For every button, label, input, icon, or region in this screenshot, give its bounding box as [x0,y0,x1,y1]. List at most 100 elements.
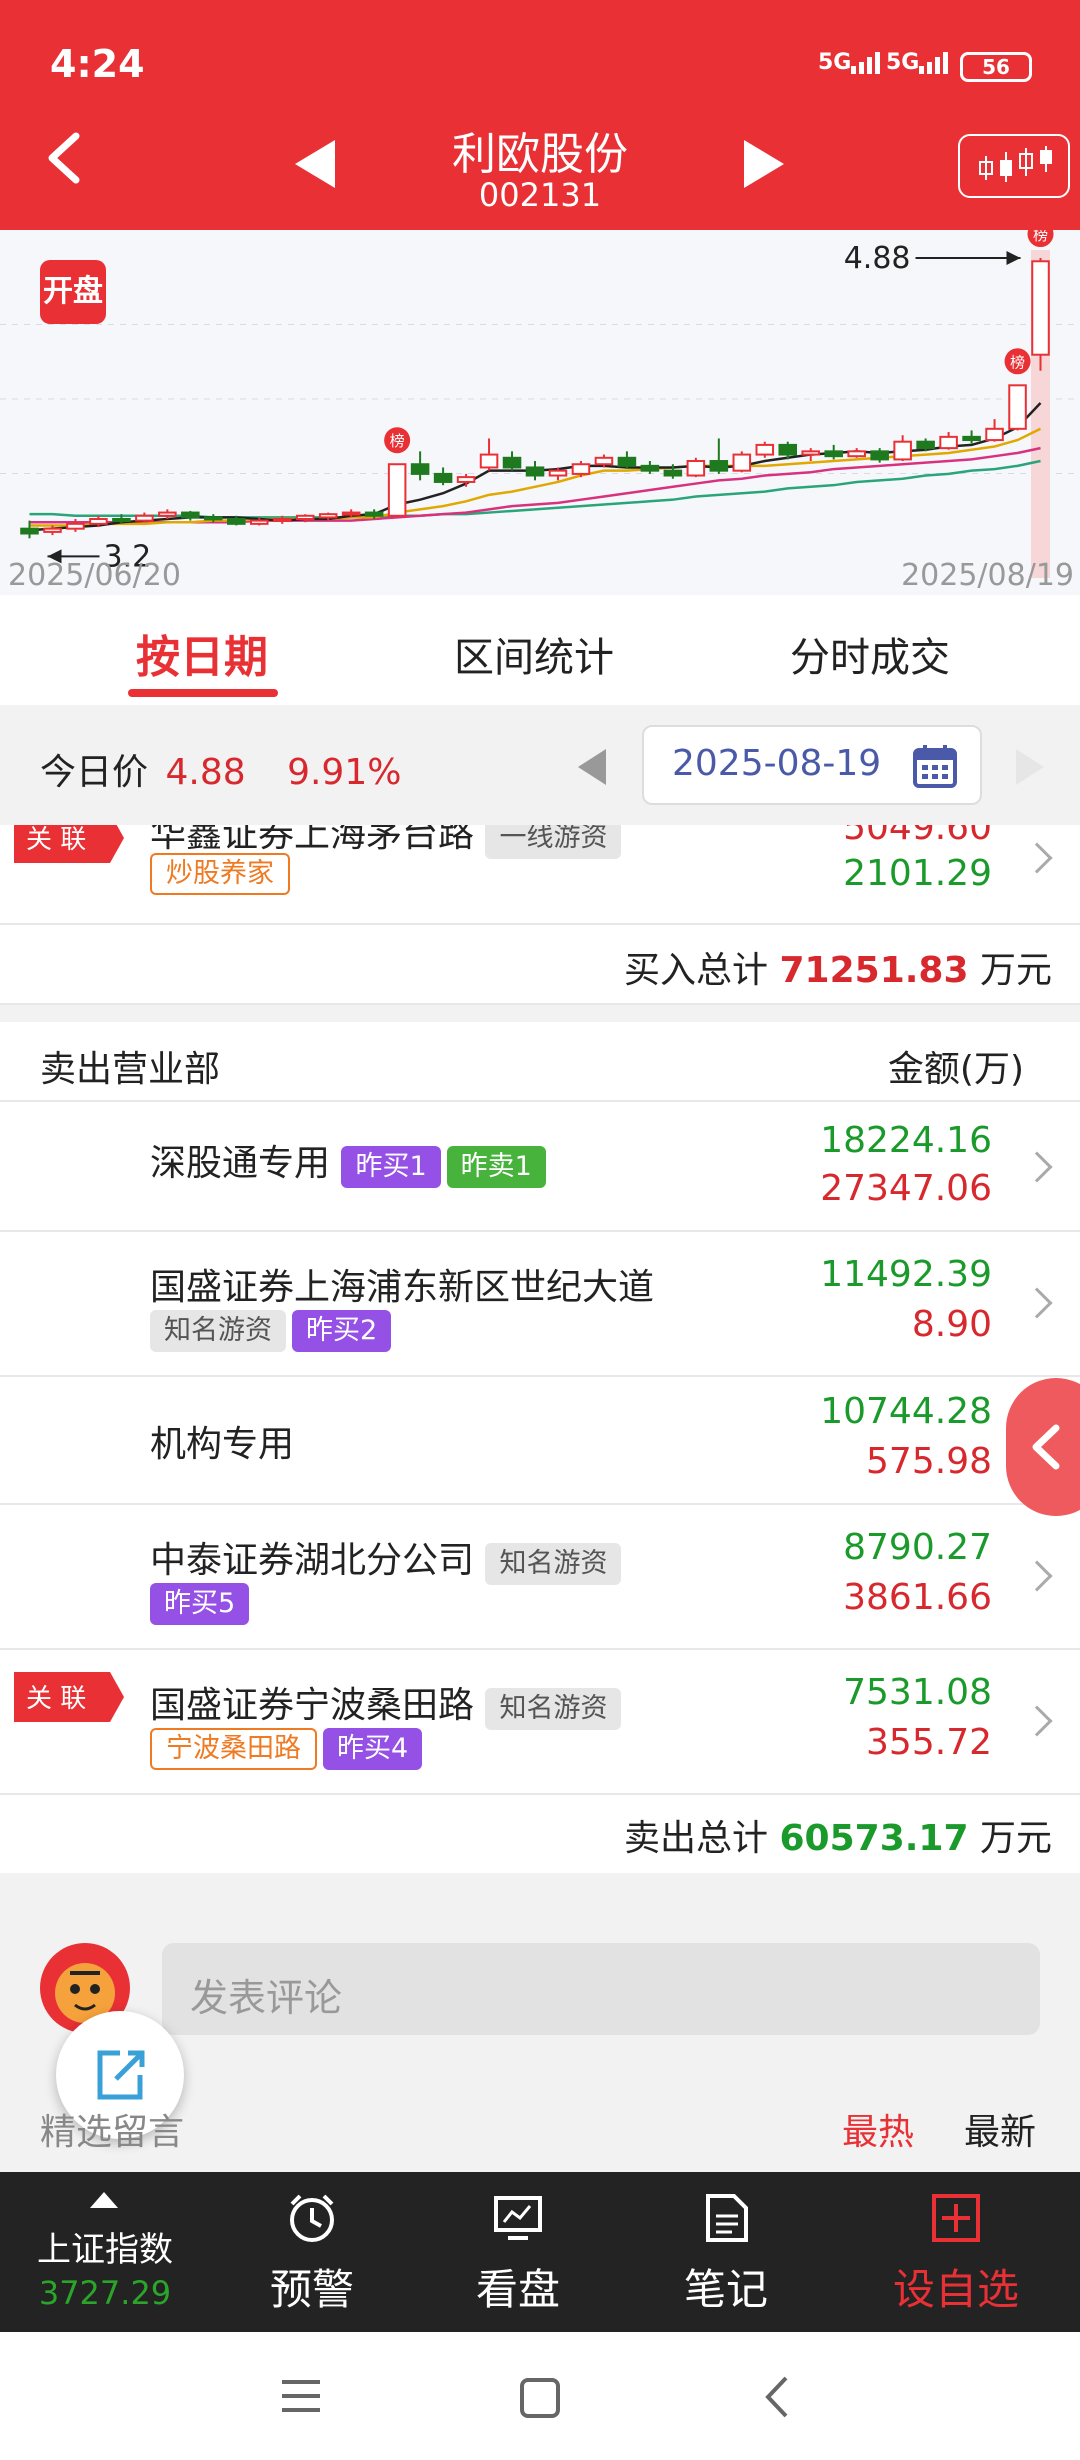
chevron-right-icon [1021,1705,1053,1737]
comment-input[interactable]: 发表评论 [162,1943,1040,2035]
back-arrow-icon[interactable] [38,130,94,186]
status-time: 4:24 [50,42,145,86]
sell-amount: 3861.66 [843,1577,992,1618]
kline-chart[interactable]: 榜榜榜 4.88 3.2 2025/06/20 2025/08/19 开盘 [0,230,1080,595]
sell-row[interactable]: 机构专用 10744.28 575.98 [0,1377,1080,1505]
nav-add-fav[interactable]: 设自选 [866,2256,1046,2317]
candle-body [1008,384,1027,430]
tag-zhiming: 知名游资 [485,1543,622,1585]
tag-zuomai: 昨买5 [150,1583,250,1625]
buy-row-partial[interactable]: 关 联 华鑫证券上海茅台路 一线游资 炒股养家 5049.60 2101.29 [0,825,1080,925]
notes-document-icon [706,2194,748,2242]
signal-label: 5G [818,50,852,75]
tab-by-date[interactable]: 按日期 [52,621,352,685]
date-picker[interactable]: 2025-08-19 [642,725,982,805]
today-change: 9.91% [287,752,402,793]
monitor-chart-icon [494,2196,542,2240]
broker-name-text: 华鑫证券上海茅台路 [150,825,475,855]
add-favorite-icon [932,2194,980,2242]
candle-body [939,435,958,450]
buy-total: 买入总计 71251.83 万元 [624,941,1052,993]
chevron-right-icon [1021,1151,1053,1183]
sell-amount: 355.72 [866,1722,992,1763]
tab-range-stats[interactable]: 区间统计 [384,625,684,683]
candle-body [227,518,246,525]
chevron-right-icon [1021,1560,1053,1592]
candle-body [135,514,154,522]
tag-chaogu: 炒股养家 [150,853,290,895]
menu-icon[interactable] [280,2378,322,2414]
tab-intraday-trades[interactable]: 分时成交 [720,625,1020,683]
side-collapse-button[interactable] [1006,1378,1080,1516]
candle-body [732,453,752,472]
candle-body [709,460,729,472]
sell-row[interactable]: 关 联 国盛证券宁波桑田路 知名游资 宁波桑田路 昨买4 7531.08 355.… [0,1650,1080,1795]
broker-name: 国盛证券宁波桑田路 知名游资 [150,1676,627,1730]
next-stock-icon[interactable] [744,140,784,188]
candle-body [962,435,981,442]
index-widget[interactable]: 上证指数 3727.29 [0,2172,210,2332]
candlestick-icon [979,146,1052,182]
guanlian-label: 关 联 [26,1684,87,1714]
candle-body [295,514,315,521]
kline-button[interactable] [958,134,1070,198]
candle-body [479,453,499,469]
next-date-icon[interactable] [1016,749,1044,785]
candle-body [594,456,614,466]
tag-zuomai: 昨买2 [292,1310,392,1352]
sort-hot[interactable]: 最热 [842,2103,914,2155]
sell-row[interactable]: 深股通专用 昨买1 昨卖1 18224.16 27347.06 [0,1102,1080,1232]
candle-body [548,469,568,477]
edit-share-icon [97,2050,145,2100]
tag-zhiming: 知名游资 [485,1688,622,1730]
battery-icon: 56 [960,52,1032,82]
sell-total-row: 卖出总计 60573.17 万元 [0,1795,1080,1873]
sort-new[interactable]: 最新 [964,2103,1036,2155]
candle-body [364,511,384,517]
broker-tags: 知名游资 昨买2 [150,1310,397,1352]
sell-row[interactable]: 国盛证券上海浦东新区世纪大道 知名游资 昨买2 11492.39 8.90 [0,1232,1080,1377]
home-icon[interactable] [518,2376,562,2420]
candle-body [410,463,430,475]
candle-body [89,518,108,525]
candle-body [502,456,522,469]
candle-body [755,443,775,456]
x-start-label: 2025/06/20 [8,558,181,593]
bang-badge-label: 榜 [1033,230,1048,244]
today-price-row: 今日价 4.88 9.91% [40,743,401,795]
sell-total: 卖出总计 60573.17 万元 [624,1809,1052,1861]
sell-total-value: 60573.17 [779,1818,969,1859]
candle-body [847,450,866,458]
prev-stock-icon[interactable] [295,140,335,188]
nav-alert[interactable]: 预警 [222,2256,402,2317]
chevron-right-icon [1021,842,1053,874]
today-price: 4.88 [165,752,246,793]
candle-body [20,527,39,535]
candle-body [824,450,843,458]
nav-watch[interactable]: 看盘 [428,2256,608,2317]
candle-body [341,511,361,516]
sell-header-row: 卖出营业部 金额(万) [0,1022,1080,1102]
date-value: 2025-08-19 [672,743,882,784]
sell-row[interactable]: 中泰证券湖北分公司 知名游资 昨买5 8790.27 3861.66 [0,1505,1080,1650]
stock-code: 002131 [478,176,602,214]
candle-body [870,450,889,461]
signal-label: 5G [886,50,920,75]
buy-total-row: 买入总计 71251.83 万元 [0,925,1080,1005]
buy-amount: 8790.27 [843,1527,992,1568]
broker-tags: 昨买5 [150,1583,255,1625]
buy-amount: 11492.39 [820,1254,992,1295]
candle-body [916,440,935,450]
prev-date-icon[interactable] [578,749,606,785]
nav-notes[interactable]: 笔记 [636,2256,816,2317]
sell-amount: 8.90 [911,1304,992,1345]
candle-body [525,466,545,477]
system-back-icon[interactable] [760,2374,792,2420]
calendar-icon [913,745,957,788]
candle-body [663,469,683,477]
bang-badge-label: 榜 [390,432,405,450]
broker-tags: 宁波桑田路 昨买4 [150,1728,428,1770]
comment-placeholder: 发表评论 [190,1976,343,2020]
sell-amount: 27347.06 [820,1168,992,1209]
candle-body [43,527,62,533]
